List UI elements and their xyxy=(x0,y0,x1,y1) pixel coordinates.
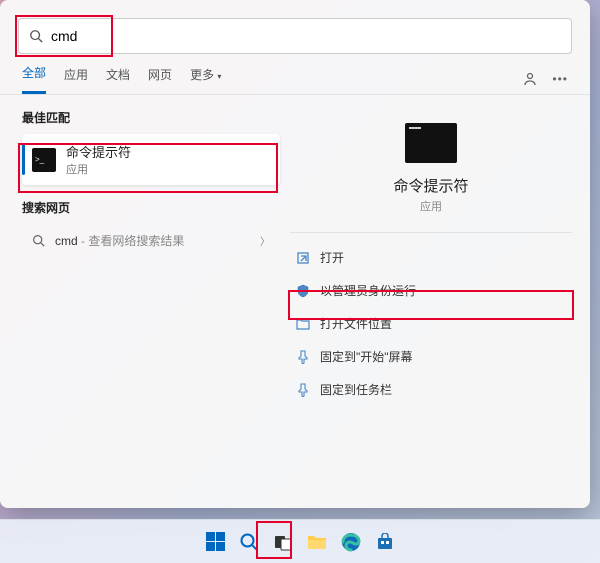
store-icon xyxy=(376,533,394,551)
action-run-as-admin[interactable]: 以管理员身份运行 xyxy=(290,274,572,307)
folder-icon xyxy=(307,533,327,551)
result-subtitle: 应用 xyxy=(66,161,131,177)
edge-button[interactable] xyxy=(338,529,364,555)
results-list: 最佳匹配 >_ 命令提示符 应用 搜索网页 cmd - 查看网络搜索结果 〉 xyxy=(0,95,280,508)
search-bar[interactable] xyxy=(18,18,572,54)
account-icon[interactable] xyxy=(522,71,538,87)
web-results-label: 搜索网页 xyxy=(22,199,280,216)
file-explorer-button[interactable] xyxy=(304,529,330,555)
pin-icon xyxy=(296,350,310,364)
cmd-large-icon xyxy=(405,123,457,163)
store-button[interactable] xyxy=(372,529,398,555)
cmd-icon: >_ xyxy=(32,148,56,172)
task-view-icon xyxy=(274,533,292,551)
more-icon[interactable]: ••• xyxy=(552,72,568,86)
chevron-right-icon: 〉 xyxy=(260,233,270,248)
search-window: 全部 应用 文档 网页 更多 ▾ ••• 最佳匹配 >_ 命令提示符 应用 搜索… xyxy=(0,0,590,508)
search-input[interactable] xyxy=(51,28,561,44)
taskbar-search-button[interactable] xyxy=(236,529,262,555)
tab-web[interactable]: 网页 xyxy=(148,66,172,93)
search-icon xyxy=(239,532,259,552)
detail-pane: 命令提示符 应用 打开 以管理员身份运行 打开文件位置 固定到"开 xyxy=(280,95,590,508)
web-search-result[interactable]: cmd - 查看网络搜索结果 〉 xyxy=(22,224,280,257)
action-pin-taskbar[interactable]: 固定到任务栏 xyxy=(290,373,572,406)
start-button[interactable] xyxy=(202,529,228,555)
pin-icon xyxy=(296,383,310,397)
tab-apps[interactable]: 应用 xyxy=(64,66,88,93)
task-view-button[interactable] xyxy=(270,529,296,555)
admin-shield-icon xyxy=(296,284,310,298)
windows-logo-icon xyxy=(206,532,225,551)
action-open[interactable]: 打开 xyxy=(290,241,572,274)
action-open-location[interactable]: 打开文件位置 xyxy=(290,307,572,340)
detail-subtitle: 应用 xyxy=(420,198,442,214)
action-pin-start[interactable]: 固定到"开始"屏幕 xyxy=(290,340,572,373)
result-title: 命令提示符 xyxy=(66,142,131,161)
edge-icon xyxy=(341,532,361,552)
tabs: 全部 应用 文档 网页 更多 ▾ ••• xyxy=(0,54,590,95)
best-match-result[interactable]: >_ 命令提示符 应用 xyxy=(22,134,280,185)
tab-more[interactable]: 更多 ▾ xyxy=(190,66,221,93)
detail-title: 命令提示符 xyxy=(393,175,468,196)
search-icon xyxy=(32,234,45,247)
open-icon xyxy=(296,251,310,265)
results-area: 最佳匹配 >_ 命令提示符 应用 搜索网页 cmd - 查看网络搜索结果 〉 命… xyxy=(0,95,590,508)
folder-icon xyxy=(296,317,310,331)
action-list: 打开 以管理员身份运行 打开文件位置 固定到"开始"屏幕 固定到任务栏 xyxy=(290,241,572,406)
tab-docs[interactable]: 文档 xyxy=(106,66,130,93)
tab-all[interactable]: 全部 xyxy=(22,64,46,94)
best-match-label: 最佳匹配 xyxy=(22,109,280,126)
search-icon xyxy=(29,29,43,43)
divider xyxy=(290,232,572,233)
taskbar xyxy=(0,519,600,563)
